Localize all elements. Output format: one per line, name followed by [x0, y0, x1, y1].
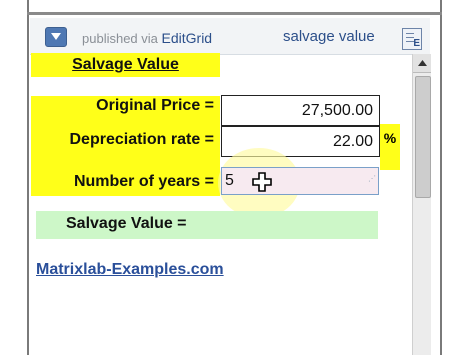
scrollbar-thumb[interactable] [415, 76, 431, 198]
scroll-up-arrow-icon[interactable] [413, 54, 431, 73]
depreciation-rate-label: Depreciation rate = [69, 131, 215, 148]
number-of-years-cell[interactable]: 5 ⋰ [221, 167, 379, 195]
percent-unit-cell: % [380, 124, 400, 170]
original-price-label: Original Price = [96, 97, 214, 114]
sheet-title: Salvage Value [72, 56, 179, 73]
window-frame-left [27, 0, 29, 355]
salvage-value-label: Salvage Value = [66, 215, 187, 232]
cell-resize-handle[interactable]: ⋰ [368, 166, 376, 192]
number-of-years-label: Number of years = [73, 173, 214, 190]
window-frame-right [440, 0, 442, 355]
spreadsheet-icon[interactable]: E [402, 28, 422, 50]
spreadsheet-icon-letter: E [413, 38, 420, 49]
matrixlab-link[interactable]: Matrixlab-Examples.com [36, 261, 224, 279]
document-title: salvage value [283, 28, 375, 45]
published-via-label: published via [82, 31, 158, 46]
number-of-years-value: 5 [225, 172, 234, 189]
vertical-scrollbar[interactable] [412, 54, 431, 355]
editgrid-brand-link[interactable]: EditGrid [162, 30, 213, 46]
dropdown-menu-icon[interactable] [45, 27, 67, 47]
published-via-text: published via EditGrid [82, 30, 212, 46]
sheet-title-cell: Salvage Value [31, 53, 220, 77]
editgrid-header: published via EditGrid salvage value E [30, 18, 430, 55]
window-frame-top [27, 12, 442, 15]
original-price-cell[interactable]: 27,500.00 [221, 95, 380, 126]
crosshair-cursor-icon [252, 172, 272, 197]
